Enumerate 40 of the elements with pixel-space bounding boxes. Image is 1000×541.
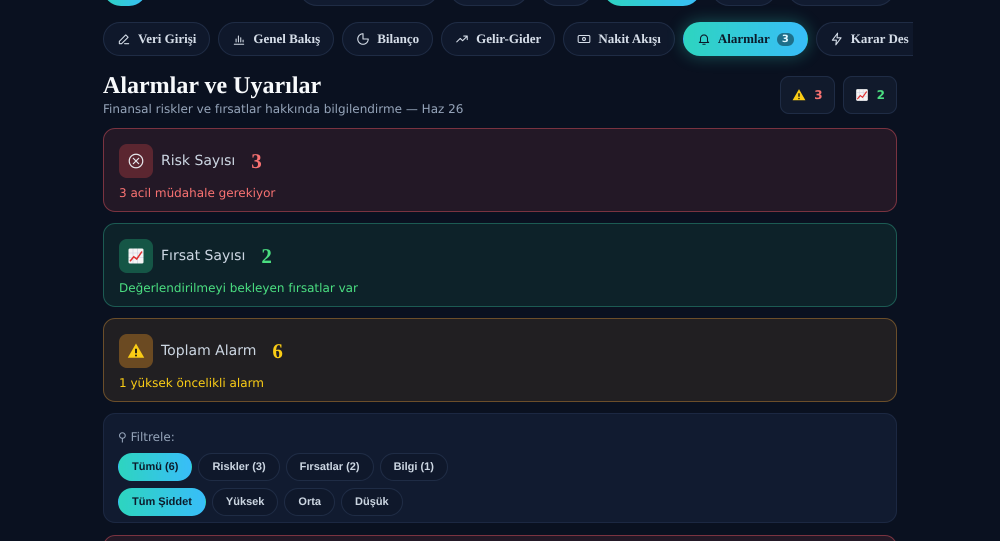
filter-chip[interactable]: Orta [284, 488, 336, 516]
nav-tab[interactable]: Nakit Akışı [563, 22, 675, 56]
warning-icon [127, 342, 145, 360]
stat-label: Toplam Alarm [161, 343, 256, 359]
stat-label: Risk Sayısı [161, 153, 236, 169]
chart-icon [854, 88, 869, 102]
nav-tab[interactable]: Karar Des [816, 22, 913, 56]
nav-tab[interactable]: Alarmlar 3 [682, 22, 808, 56]
filter-chip[interactable]: Yüksek [212, 488, 278, 516]
bell-icon [696, 32, 711, 46]
stat-value: 2 [261, 244, 272, 268]
close-circle-icon [127, 152, 145, 170]
stat-label: Fırsat Sayısı [161, 248, 246, 264]
nav-tab[interactable]: Genel Bakış [218, 22, 334, 56]
filter-chip[interactable]: Tüm Şiddet [118, 488, 206, 516]
filter-chip[interactable]: Tümü (6) [118, 453, 192, 481]
page-subtitle: Finansal riskler ve fırsatlar hakkında bilgilendirme — Haz 26 [103, 102, 464, 116]
filter-chip[interactable]: Düşük [341, 488, 403, 516]
lightning-icon [830, 32, 844, 46]
filter-chip[interactable]: Fırsatlar (2) [286, 453, 374, 481]
page-title: Alarmlar ve Uyarılar [103, 73, 322, 100]
chart-icon [127, 247, 145, 265]
nav-tab[interactable]: Veri Girişi [103, 22, 210, 56]
stat-value: 6 [272, 338, 283, 364]
filter-chip[interactable]: Riskler (3) [198, 453, 280, 481]
badge-count: 3 [814, 88, 823, 102]
nav-tab[interactable]: Bilanço [342, 22, 434, 56]
filter-label: ⚲ Filtrele: [118, 430, 175, 444]
pie-chart-icon [356, 32, 370, 46]
pencil-icon [117, 32, 131, 46]
warning-icon [792, 88, 806, 102]
stat-note: 1 yüksek öncelikli alarm [119, 376, 265, 390]
stat-note: 3 acil müdahale gerekiyor [119, 186, 276, 200]
banknote-icon [577, 32, 592, 46]
stat-note: Değerlendirilmeyi bekleyen fırsatlar var [119, 281, 359, 295]
stat-value: 3 [251, 148, 262, 174]
filter-chip[interactable]: Bilgi (1) [380, 453, 448, 481]
count-badge: 3 [776, 32, 794, 46]
nav-tab[interactable]: Gelir-Gider [441, 22, 556, 56]
badge-count: 2 [876, 88, 885, 102]
